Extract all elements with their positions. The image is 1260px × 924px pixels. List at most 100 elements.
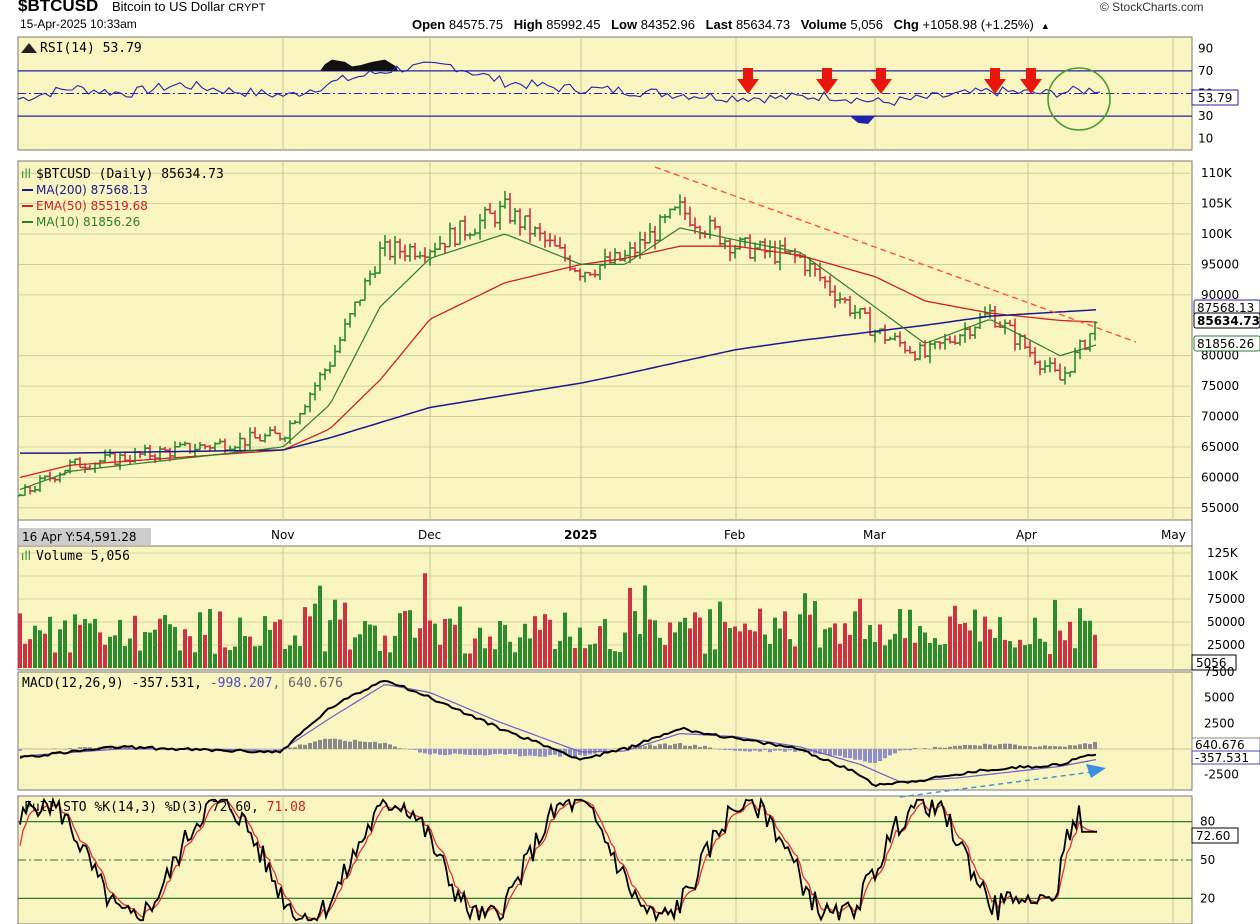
volume-bar [533,616,537,668]
volume-bar [398,613,402,668]
macd-y-tick: -2500 [1204,768,1239,782]
volume-bar [808,614,812,668]
macd-histogram-bar [1053,746,1057,749]
macd-histogram-bar [773,748,777,751]
volume-bar [868,625,872,668]
macd-histogram-bar [673,743,677,749]
volume-bar [323,651,327,668]
volume-bar [1003,639,1007,668]
volume-bar [193,652,197,668]
sto-y-tick: 20 [1200,891,1215,905]
volume-bar [763,634,767,668]
volume-bar [613,651,617,668]
macd-histogram-bar [83,747,87,749]
macd-histogram-bar [288,747,292,749]
macd-histogram-bar [368,742,372,749]
volume-bar [423,573,427,668]
volume-bar [953,605,957,668]
volume-bar [198,612,202,668]
chart-canvas[interactable]: 16 Apr Y:54,591.28 Nov Dec 2025 Feb Mar Apr May… [0,0,1260,924]
volume-bar [373,625,377,668]
macd-histogram-bar [293,747,297,749]
x-tick-label: Dec [418,528,441,542]
macd-histogram-bar [768,748,772,753]
macd-histogram-bar [1078,744,1082,749]
macd-histogram-bar [858,748,862,760]
x-tick-label: Mar [863,528,886,542]
volume-bar [688,628,692,668]
volume-bar [188,636,192,668]
volume-bar [958,624,962,668]
macd-histogram-bar [758,748,762,752]
volume-bar [933,638,937,668]
macd-histogram-bar [953,745,957,749]
volume-bar [268,629,272,668]
volume-bar [183,629,187,668]
volume-bar [278,619,282,668]
macd-histogram-bar [343,740,347,749]
volume-bar [643,585,647,668]
volume-bar [1078,608,1082,668]
price-last-value: 85634.73 [1197,314,1260,328]
macd-histogram-bar [948,746,952,749]
macd-histogram-bar [358,741,362,749]
volume-bar [493,649,497,668]
macd-histogram-bar [778,748,782,751]
macd-histogram-bar [1068,745,1072,749]
volume-bar [403,611,407,668]
macd-histogram-bar [958,745,962,749]
x-tick-label: Apr [1016,528,1037,542]
volume-bar [453,624,457,668]
macd-histogram-bar [933,746,937,749]
legend-entry: MA(200) 87568.13 [36,183,148,197]
macd-hist-value: 640.676 [1195,738,1245,752]
volume-bar [888,639,892,668]
macd-histogram-bar [1083,743,1087,749]
macd-histogram-bar [528,748,532,756]
macd-histogram-bar [943,747,947,749]
volume-bar [483,648,487,668]
macd-histogram-bar [1058,746,1062,749]
macd-histogram-bar [1033,746,1037,749]
macd-histogram-bar [438,748,442,755]
macd-histogram-bar [728,748,732,751]
macd-histogram-bar [1003,743,1007,749]
volume-bar [693,612,697,668]
volume-title: Volume 5,056 [36,549,130,564]
volume-bar [443,618,447,668]
macd-histogram-bar [533,748,537,756]
volume-bar [113,635,117,668]
volume-bar [973,609,977,668]
macd-histogram-bar [978,745,982,749]
sto-y-tick: 50 [1200,853,1215,867]
macd-histogram-bar [968,745,972,749]
volume-bar [123,646,127,668]
macd-histogram-bar [1093,741,1097,749]
macd-histogram-bar [538,748,542,757]
volume-bar [818,647,822,668]
volume-bar [463,653,467,668]
volume-bar [1058,630,1062,668]
volume-bar [848,634,852,668]
macd-value: -357.531 [1195,751,1249,765]
volume-bar [258,645,262,668]
volume-bar [663,645,667,668]
macd-histogram-bar [753,748,757,751]
volume-bar [218,611,222,668]
volume-bar [603,619,607,668]
macd-histogram-bar [253,748,257,750]
macd-y-tick: 5000 [1204,691,1235,705]
macd-histogram-bar [888,748,892,756]
macd-histogram-bar [1048,746,1052,749]
macd-histogram-bar [1008,743,1012,749]
volume-bar [108,636,112,668]
macd-histogram-bar [328,738,332,749]
volume-bar [828,627,832,668]
volume-bar [343,602,347,668]
volume-bar [203,634,207,668]
price-y-tick: 95000 [1201,257,1239,271]
volume-bar [228,650,232,668]
volume-bar [673,632,677,668]
macd-histogram-bar [373,741,377,749]
macd-histogram-bar [838,748,842,756]
